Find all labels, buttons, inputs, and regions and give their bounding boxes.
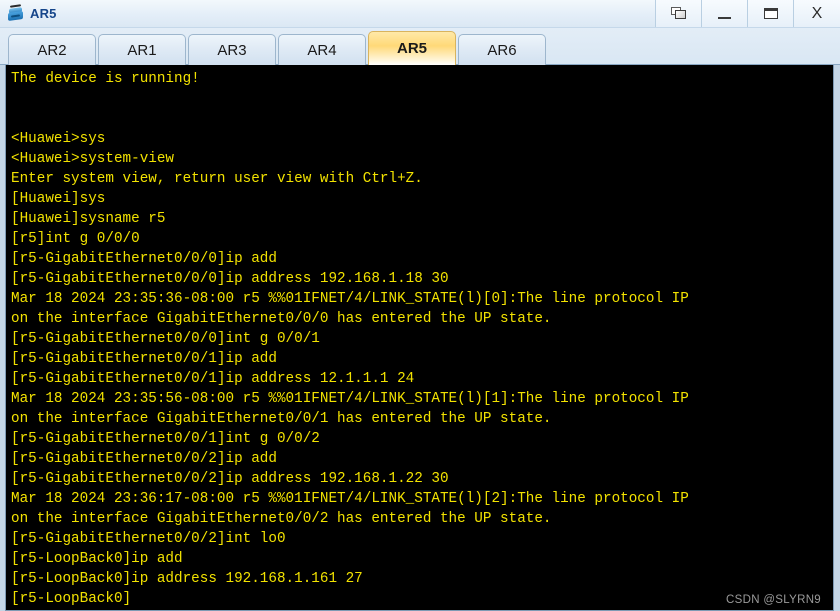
terminal-line: [r5-GigabitEthernet0/0/2]int lo0 — [11, 531, 286, 547]
tab-label: AR6 — [487, 41, 517, 59]
terminal-line: [r5]int g 0/0/0 — [11, 231, 140, 247]
close-icon: X — [811, 4, 823, 22]
tab-label: AR3 — [217, 41, 247, 59]
terminal-line: The device is running! — [11, 71, 200, 87]
device-tab-strip: AR2 AR1 AR3 AR4 AR5 AR6 — [0, 28, 840, 65]
window-title: AR5 — [30, 6, 57, 21]
router-icon — [6, 3, 26, 24]
tab-label: AR5 — [396, 40, 427, 57]
terminal-line: [r5-GigabitEthernet0/0/0]int g 0/0/1 — [11, 331, 320, 347]
terminal-line: [r5-GigabitEthernet0/0/0]ip add — [11, 251, 277, 267]
tab-ar1[interactable]: AR1 — [98, 34, 186, 65]
maximize-button[interactable] — [748, 0, 794, 27]
terminal-border: The device is running! <Huawei>sys <Huawei… — [5, 65, 834, 611]
terminal-line: [r5-GigabitEthernet0/0/2]ip address 192.… — [11, 471, 449, 487]
tab-label: AR4 — [307, 41, 337, 59]
terminal-line: <Huawei>system-view — [11, 151, 175, 167]
terminal-line: Mar 18 2024 23:36:17-08:00 r5 %%01IFNET/… — [11, 491, 689, 507]
terminal-line: [r5-LoopBack0]ip add — [11, 551, 183, 567]
terminal-line: on the interface GigabitEthernet0/0/1 ha… — [11, 411, 552, 427]
tab-label: AR2 — [37, 41, 67, 59]
terminal-line: Enter system view, return user view with… — [11, 171, 423, 187]
terminal-frame: The device is running! <Huawei>sys <Huawei… — [0, 65, 840, 611]
minimize-button[interactable] — [702, 0, 748, 27]
terminal-line: [Huawei]sysname r5 — [11, 211, 166, 227]
tab-label: AR1 — [127, 41, 157, 59]
terminal-line: <Huawei>sys — [11, 131, 106, 147]
terminal-line: on the interface GigabitEthernet0/0/2 ha… — [11, 511, 552, 527]
terminal-line: [r5-LoopBack0]ip address 192.168.1.161 2… — [11, 571, 363, 587]
terminal-line: [r5-GigabitEthernet0/0/0]ip address 192.… — [11, 271, 449, 287]
terminal-line: on the interface GigabitEthernet0/0/0 ha… — [11, 311, 552, 327]
terminal-line: [r5-GigabitEthernet0/0/1]ip add — [11, 351, 277, 367]
maximize-icon — [763, 8, 778, 19]
terminal-output[interactable]: The device is running! <Huawei>sys <Huawei… — [6, 65, 833, 610]
terminal-line: Mar 18 2024 23:35:56-08:00 r5 %%01IFNET/… — [11, 391, 689, 407]
terminal-line: [Huawei]sys — [11, 191, 106, 207]
tab-ar5[interactable]: AR5 — [368, 31, 456, 65]
tab-ar4[interactable]: AR4 — [278, 34, 366, 65]
window-controls: X — [655, 0, 840, 27]
terminal-line: Mar 18 2024 23:35:36-08:00 r5 %%01IFNET/… — [11, 291, 689, 307]
watermark: CSDN @SLYRN9 — [726, 594, 821, 606]
minimize-icon — [718, 16, 731, 19]
terminal-line: [r5-LoopBack0] — [11, 591, 132, 607]
tab-ar6[interactable]: AR6 — [458, 34, 546, 65]
terminal-line: [r5-GigabitEthernet0/0/2]ip add — [11, 451, 277, 467]
terminal-line: [r5-GigabitEthernet0/0/1]ip address 12.1… — [11, 371, 415, 387]
terminal-line: [r5-GigabitEthernet0/0/1]int g 0/0/2 — [11, 431, 320, 447]
restore-button[interactable] — [656, 0, 702, 27]
restore-icon — [671, 7, 686, 20]
ar5-terminal-window: AR5 X AR2 AR1 AR3 AR4 AR5 AR6 The device… — [0, 0, 840, 611]
title-bar: AR5 X — [0, 0, 840, 28]
tab-ar2[interactable]: AR2 — [8, 34, 96, 65]
close-button[interactable]: X — [794, 0, 840, 27]
tab-ar3[interactable]: AR3 — [188, 34, 276, 65]
